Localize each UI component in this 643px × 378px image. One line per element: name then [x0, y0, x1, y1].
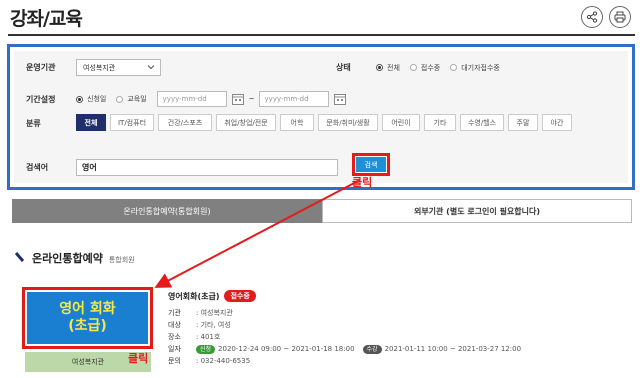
- operator-row: 운영기관 여성복지관 상태 전체 접수중 대기자접수중: [14, 59, 628, 76]
- keyword-label: 검색어: [26, 163, 49, 172]
- detail-value: : 032-440-6535: [196, 357, 251, 365]
- status-radio-all[interactable]: 전체: [376, 63, 400, 73]
- operator-select[interactable]: 여성복지관: [76, 59, 161, 76]
- detail-row-target: 대상 : 기타, 여성: [168, 319, 628, 331]
- category-chip-job[interactable]: 취업/창업/전문: [216, 114, 276, 131]
- chevron-down-icon: [147, 65, 155, 70]
- search-button-highlight: 검색: [352, 153, 390, 176]
- section-title: 온라인통합예약: [32, 252, 103, 265]
- radio-dot: [409, 64, 417, 71]
- period-option-edu: 교육일: [127, 95, 147, 103]
- detail-row-contact: 문의 : 032-440-6535: [168, 355, 628, 367]
- radio-dot: [76, 95, 83, 103]
- slash-mark-icon: [14, 252, 25, 262]
- category-chip-it[interactable]: IT/컴퓨터: [110, 114, 154, 131]
- category-chip-health[interactable]: 건강/스포츠: [158, 114, 212, 131]
- radio-dot: [116, 95, 124, 103]
- course-thumb-line1: 영어 회화: [59, 301, 116, 317]
- print-button[interactable]: [609, 6, 631, 28]
- detail-key: 기관: [168, 309, 181, 317]
- category-chip-all[interactable]: 전체: [76, 114, 106, 131]
- detail-row-schedule: 일자 신청 2020-12-24 09:00 ~ 2021-01-18 18:0…: [168, 343, 628, 355]
- section-subtitle: 통합회원: [108, 256, 135, 264]
- period-option-apply: 신청일: [87, 95, 107, 103]
- category-chip-weekend[interactable]: 주말: [508, 114, 538, 131]
- detail-row-place: 장소 : 401호: [168, 331, 628, 343]
- status-option-open: 접수중: [420, 63, 441, 72]
- date-to-input[interactable]: yyyy-mm-dd: [258, 91, 329, 107]
- apply-tag: 신청: [196, 344, 216, 354]
- course-thumb-line2: (초급): [68, 318, 107, 334]
- category-chips: 전체 IT/컴퓨터 건강/스포츠 취업/창업/전문 어학 문화/취미/생활 어린…: [76, 114, 616, 131]
- click-annotation-1: 클릭: [352, 176, 373, 189]
- category-chip-kids[interactable]: 어린이: [382, 114, 420, 131]
- date-from-input[interactable]: yyyy-mm-dd: [156, 91, 227, 107]
- period-label: 기간설정: [26, 94, 56, 104]
- status-radio-open[interactable]: 접수중: [409, 63, 441, 73]
- period-radio-apply[interactable]: 신청일: [76, 94, 106, 104]
- detail-value: : 기타, 여성: [196, 321, 231, 329]
- search-panel: 운영기관 여성복지관 상태 전체 접수중 대기자접수중 기간설정 신청일 교육일…: [7, 44, 635, 190]
- print-icon: [614, 11, 626, 23]
- share-icon: [586, 11, 598, 23]
- period-radio-edu[interactable]: 교육일: [116, 94, 147, 104]
- category-chip-night[interactable]: 야간: [542, 114, 572, 131]
- apply-period: 2020-12-24 09:00 ~ 2021-01-18 18:00: [218, 345, 355, 353]
- detail-key: 장소: [168, 333, 181, 341]
- keyword-row: 검색어 영어: [14, 159, 628, 176]
- date-separator: ~: [248, 95, 255, 103]
- share-button[interactable]: [581, 6, 603, 28]
- detail-key: 일자: [168, 345, 181, 353]
- search-input[interactable]: 영어: [76, 159, 338, 176]
- calendar-icon[interactable]: [231, 92, 245, 106]
- tab-external[interactable]: 외부기관 (별도 로그인이 필요합니다): [322, 199, 632, 223]
- page-title: 강좌/교육: [10, 8, 83, 30]
- radio-dot: [450, 64, 458, 71]
- course-detail: 영어회화(초급) 접수중 기관 : 여성복지관 대상 : 기타, 여성 장소 :…: [168, 290, 628, 367]
- radio-dot: [376, 64, 383, 71]
- status-option-all: 전체: [387, 63, 400, 72]
- tab-online-integrated[interactable]: 온라인통합예약(통합회원): [12, 199, 322, 223]
- operator-label: 운영기관: [26, 63, 56, 72]
- detail-key: 문의: [168, 357, 181, 365]
- status-label: 상태: [336, 63, 351, 72]
- status-radio-waitlist[interactable]: 대기자접수중: [450, 63, 500, 73]
- attend-period: 2021-01-11 10:00 ~ 2021-03-27 12:00: [384, 345, 522, 353]
- period-row: 기간설정 신청일 교육일 yyyy-mm-dd ~ yyyy-mm-dd: [14, 91, 628, 107]
- click-annotation-2: 클릭: [128, 352, 149, 365]
- course-name[interactable]: 영어회화(초급): [168, 291, 219, 302]
- category-label: 분류: [26, 119, 41, 128]
- operator-value: 여성복지관: [83, 63, 116, 72]
- title-divider: [8, 34, 635, 36]
- attend-tag: 수강: [362, 344, 382, 354]
- category-chip-language[interactable]: 어학: [280, 114, 314, 131]
- title-actions: [581, 6, 631, 28]
- course-thumbnail[interactable]: 영어 회화 (초급): [22, 287, 153, 349]
- status-badge: 접수중: [224, 290, 256, 302]
- status-option-waitlist: 대기자접수중: [461, 63, 500, 72]
- tab-bar: 온라인통합예약(통합회원) 외부기관 (별도 로그인이 필요합니다): [12, 199, 632, 223]
- category-chip-culture[interactable]: 문화/취미/생활: [318, 114, 378, 131]
- category-chip-etc[interactable]: 기타: [424, 114, 456, 131]
- section-header: 온라인통합예약 통합회원: [14, 250, 135, 266]
- calendar-icon[interactable]: [333, 92, 347, 106]
- category-row: 분류 전체 IT/컴퓨터 건강/스포츠 취업/창업/전문 어학 문화/취미/생활…: [14, 114, 628, 131]
- search-button[interactable]: 검색: [356, 157, 386, 172]
- detail-row-institution: 기관 : 여성복지관: [168, 307, 628, 319]
- category-chip-swim[interactable]: 수영/헬스: [460, 114, 504, 131]
- detail-value: : 401호: [196, 333, 221, 341]
- detail-key: 대상: [168, 321, 181, 329]
- detail-value: : 여성복지관: [196, 309, 233, 317]
